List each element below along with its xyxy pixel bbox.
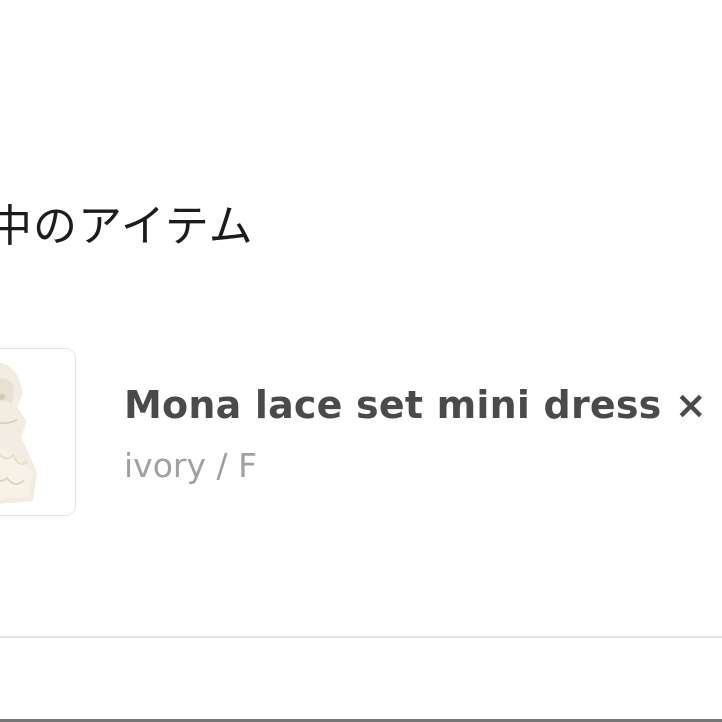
order-items-screen: 中のアイテム Mona lace set mini dress × 1 ivor… — [0, 0, 722, 722]
product-thumbnail[interactable] — [0, 348, 76, 516]
dress-thumbnail-icon — [0, 349, 75, 515]
order-item-row[interactable]: Mona lace set mini dress × 1 ivory / F — [0, 336, 722, 526]
item-name[interactable]: Mona lace set mini dress × 1 — [124, 386, 722, 424]
item-variant: ivory / F — [124, 446, 258, 485]
section-title: 中のアイテム — [0, 201, 254, 252]
divider — [0, 636, 722, 638]
